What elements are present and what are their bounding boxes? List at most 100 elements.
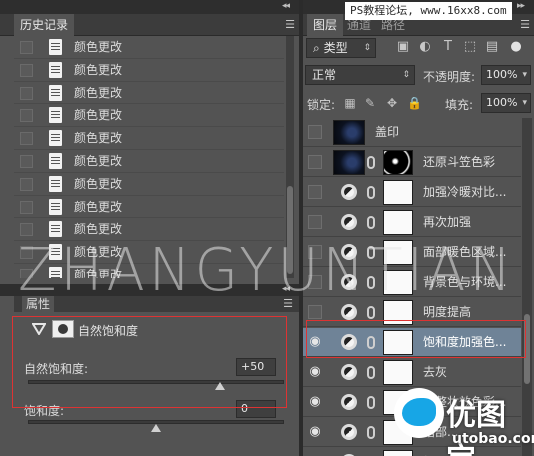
history-state-icon xyxy=(49,198,62,215)
collapse-arrows-icon[interactable]: ◂◂ xyxy=(282,1,290,11)
history-tab-bar: 历史记录 ☰ xyxy=(0,14,299,36)
visibility-toggle[interactable] xyxy=(308,305,322,319)
selected-layer-highlight-box xyxy=(306,320,526,358)
history-item[interactable]: 颜色更改 xyxy=(14,59,284,82)
collapse-arrows-icon[interactable]: ▸▸ xyxy=(517,1,525,11)
layer-name: 再次加强 xyxy=(423,215,472,229)
adjustment-layer-icon xyxy=(341,364,357,380)
visibility-toggle[interactable] xyxy=(308,185,322,199)
link-chain-icon[interactable] xyxy=(367,366,375,379)
lock-all-icon[interactable]: 🔒 xyxy=(407,93,422,113)
tab-history[interactable]: 历史记录 xyxy=(14,14,75,36)
lock-fill-bar: 锁定: ▦ ✎ ✥ 🔒 填充: 100% ▾ xyxy=(303,90,534,116)
blend-mode-select[interactable]: 正常 ⇕ xyxy=(305,65,415,85)
layer-row[interactable]: 加强冷暖对比... xyxy=(303,178,521,207)
search-icon: ⌕ xyxy=(313,41,320,55)
panel-menu-icon[interactable]: ☰ xyxy=(520,18,530,31)
site-logo: 优图宝 utobao.com xyxy=(386,382,534,456)
history-source-checkbox[interactable] xyxy=(20,63,33,77)
layer-row[interactable]: 还原斗笠色彩 xyxy=(303,148,521,177)
layer-row[interactable]: 再次加强 xyxy=(303,208,521,237)
logo-url: utobao.com xyxy=(452,431,534,447)
layer-name: 加强冷暖对比... xyxy=(423,185,507,199)
history-item-label: 颜色更改 xyxy=(74,40,123,54)
smart-object-filter-icon[interactable]: ▤ xyxy=(485,37,499,57)
bird-logo-icon xyxy=(394,388,444,438)
visibility-eye-icon[interactable]: ◉ xyxy=(308,425,322,439)
history-state-icon xyxy=(49,61,62,78)
vibrance-highlight-box xyxy=(12,316,287,408)
history-state-icon xyxy=(49,107,62,124)
visibility-toggle[interactable] xyxy=(308,215,322,229)
filter-kind-select[interactable]: ⌕ 类型 ⇕ xyxy=(306,38,376,58)
history-item[interactable]: 颜色更改 xyxy=(14,36,284,59)
history-state-icon xyxy=(49,152,62,169)
history-item[interactable]: 颜色更改 xyxy=(14,82,284,105)
visibility-toggle[interactable] xyxy=(308,155,322,169)
history-item[interactable]: 颜色更改 xyxy=(14,127,284,150)
history-source-checkbox[interactable] xyxy=(20,86,33,100)
link-chain-icon[interactable] xyxy=(367,396,375,409)
layer-mask-thumbnail[interactable] xyxy=(383,210,413,235)
shape-filter-icon[interactable]: ⬚ xyxy=(463,37,477,57)
history-state-icon xyxy=(49,130,62,147)
tab-layers[interactable]: 图层 xyxy=(307,14,344,36)
layer-name: 还原斗笠色彩 xyxy=(423,155,496,169)
link-chain-icon[interactable] xyxy=(367,306,375,319)
filter-kind-value: 类型 xyxy=(323,41,348,55)
history-item-label: 颜色更改 xyxy=(74,85,123,100)
history-source-checkbox[interactable] xyxy=(20,177,33,191)
layer-filter-bar: ⌕ 类型 ⇕ ▣ ◐ T ⬚ ▤ ● xyxy=(303,37,534,59)
lock-label: 锁定: xyxy=(307,98,336,112)
adjustment-filter-icon[interactable]: ◐ xyxy=(418,37,432,57)
adjustment-layer-icon xyxy=(341,394,357,410)
link-chain-icon[interactable] xyxy=(367,156,375,169)
layer-mask-thumbnail[interactable] xyxy=(383,180,413,205)
history-state-icon xyxy=(49,221,62,238)
opacity-input[interactable]: 100% ▾ xyxy=(481,65,531,85)
history-source-checkbox[interactable] xyxy=(20,200,33,214)
layer-row[interactable]: 盖印 xyxy=(303,118,521,147)
lock-image-icon[interactable]: ✎ xyxy=(363,93,377,113)
history-source-checkbox[interactable] xyxy=(20,132,33,146)
history-state-icon xyxy=(49,39,62,55)
visibility-toggle[interactable] xyxy=(308,125,322,139)
opacity-label: 不透明度: xyxy=(423,70,476,84)
layer-thumbnail xyxy=(333,120,365,145)
link-chain-icon[interactable] xyxy=(367,216,375,229)
saturation-slider-handle[interactable] xyxy=(151,424,161,432)
pixel-filter-icon[interactable]: ▣ xyxy=(396,37,410,57)
dropdown-arrow-icon: ▾ xyxy=(522,98,527,108)
lock-transparency-icon[interactable]: ▦ xyxy=(343,93,357,113)
panel-menu-icon[interactable]: ☰ xyxy=(285,18,295,31)
blend-mode-value: 正常 xyxy=(312,68,337,82)
site-banner: PS教程论坛, www.16xx8.com xyxy=(345,2,512,20)
visibility-eye-icon[interactable]: ◉ xyxy=(308,395,322,409)
layer-thumbnail xyxy=(333,150,365,175)
fill-label: 填充: xyxy=(445,98,474,112)
adjustment-layer-icon xyxy=(341,424,357,440)
history-source-checkbox[interactable] xyxy=(20,154,33,168)
blend-opacity-bar: 正常 ⇕ 不透明度: 100% ▾ xyxy=(303,62,534,86)
lock-position-icon[interactable]: ✥ xyxy=(385,93,399,113)
layer-mask-thumbnail[interactable] xyxy=(383,150,413,175)
adjustment-layer-icon xyxy=(341,184,357,200)
history-item-label: 颜色更改 xyxy=(74,131,123,146)
visibility-eye-icon[interactable]: ◉ xyxy=(308,365,322,379)
link-chain-icon[interactable] xyxy=(367,426,375,439)
history-item[interactable]: 颜色更改 xyxy=(14,104,284,128)
adjustment-layer-icon xyxy=(341,304,357,320)
filter-toggle-icon[interactable]: ● xyxy=(509,37,523,57)
history-source-checkbox[interactable] xyxy=(20,41,33,54)
history-source-checkbox[interactable] xyxy=(20,109,33,123)
history-item[interactable]: 颜色更改 xyxy=(14,173,284,196)
dropdown-arrow-icon: ▾ xyxy=(522,70,527,80)
history-item[interactable]: 颜色更改 xyxy=(14,196,284,219)
history-item[interactable]: 颜色更改 xyxy=(14,150,284,173)
type-filter-icon[interactable]: T xyxy=(441,37,455,57)
layer-name: 盖印 xyxy=(375,125,400,139)
link-chain-icon[interactable] xyxy=(367,186,375,199)
fill-input[interactable]: 100% ▾ xyxy=(481,93,531,113)
history-source-checkbox[interactable] xyxy=(20,223,33,237)
opacity-value: 100% xyxy=(486,68,518,81)
